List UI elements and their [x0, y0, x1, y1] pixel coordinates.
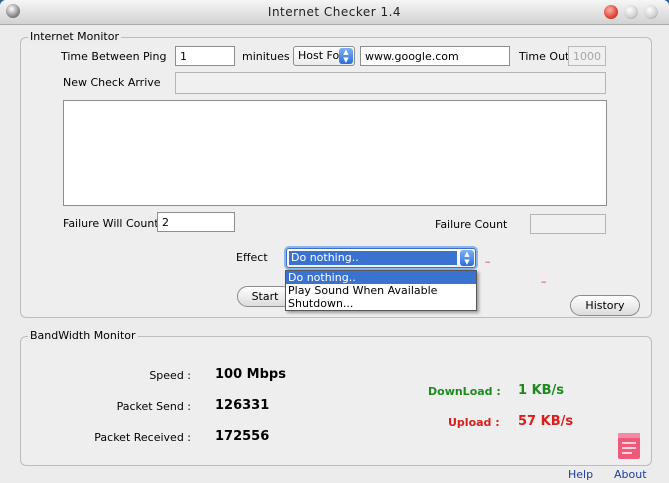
effect-option[interactable]: Do nothing.. [286, 271, 476, 284]
internet-monitor-title: Internet Monitor [28, 30, 121, 43]
speed-label: Speed : [149, 369, 191, 382]
minutes-label: minitues [242, 50, 290, 63]
close-icon[interactable] [604, 5, 618, 19]
new-check-arrive-field [175, 72, 606, 94]
status-dash-mark: – [541, 275, 547, 288]
effect-select[interactable]: Do nothing.. ▲ ▼ [286, 248, 476, 268]
app-window: Internet Checker 1.4 Internet Monitor Ti… [0, 0, 669, 483]
time-between-ping-input[interactable] [175, 46, 235, 66]
timeout-input[interactable] [568, 46, 606, 66]
effect-option[interactable]: Play Sound When Available [286, 284, 476, 297]
select-arrows-icon: ▲ ▼ [460, 250, 474, 266]
timeout-label: Time Out [519, 50, 570, 63]
failure-count-label: Failure Count [435, 218, 508, 231]
window-title: Internet Checker 1.4 [267, 5, 402, 19]
packet-send-value: 126331 [215, 398, 270, 413]
effect-option[interactable]: Shutdown... [286, 297, 476, 310]
packet-send-label: Packet Send : [116, 400, 191, 413]
effect-selected-value: Do nothing.. [289, 251, 457, 265]
new-check-arrive-label: New Check Arrive [63, 76, 161, 89]
start-button-label: Start [251, 290, 279, 303]
maximize-icon[interactable] [644, 5, 658, 19]
download-value: 1 KB/s [518, 383, 565, 398]
history-button-label: History [585, 299, 625, 312]
upload-value: 57 KB/s [518, 414, 574, 429]
history-button[interactable]: History [570, 295, 640, 316]
host-type-value: Host For [298, 49, 344, 62]
effect-dropdown-list: Do nothing.. Play Sound When Available S… [285, 270, 477, 311]
failure-will-count-input[interactable] [157, 212, 235, 232]
minimize-icon[interactable] [624, 5, 638, 19]
packet-received-value: 172556 [215, 429, 270, 444]
log-textarea[interactable] [63, 100, 607, 206]
notes-icon[interactable] [617, 432, 641, 460]
bandwidth-monitor-title: BandWidth Monitor [28, 329, 138, 342]
title-bar[interactable]: Internet Checker 1.4 [0, 0, 669, 25]
failure-count-field [530, 214, 606, 234]
download-label: DownLoad : [428, 385, 501, 398]
upload-label: Upload : [448, 416, 500, 429]
time-between-ping-label: Time Between Ping [61, 50, 167, 63]
status-dash-mark: – [485, 255, 491, 268]
failure-will-count-label: Failure Will Count [63, 217, 159, 230]
packet-received-label: Packet Received : [94, 431, 191, 444]
effect-label: Effect [236, 251, 268, 264]
host-type-select[interactable]: Host For ▲ ▼ [293, 46, 355, 66]
select-arrows-icon: ▲ ▼ [339, 48, 353, 64]
about-link[interactable]: About [614, 468, 647, 481]
speed-value: 100 Mbps [215, 367, 286, 382]
host-input[interactable] [360, 46, 510, 66]
help-link[interactable]: Help [568, 468, 593, 481]
